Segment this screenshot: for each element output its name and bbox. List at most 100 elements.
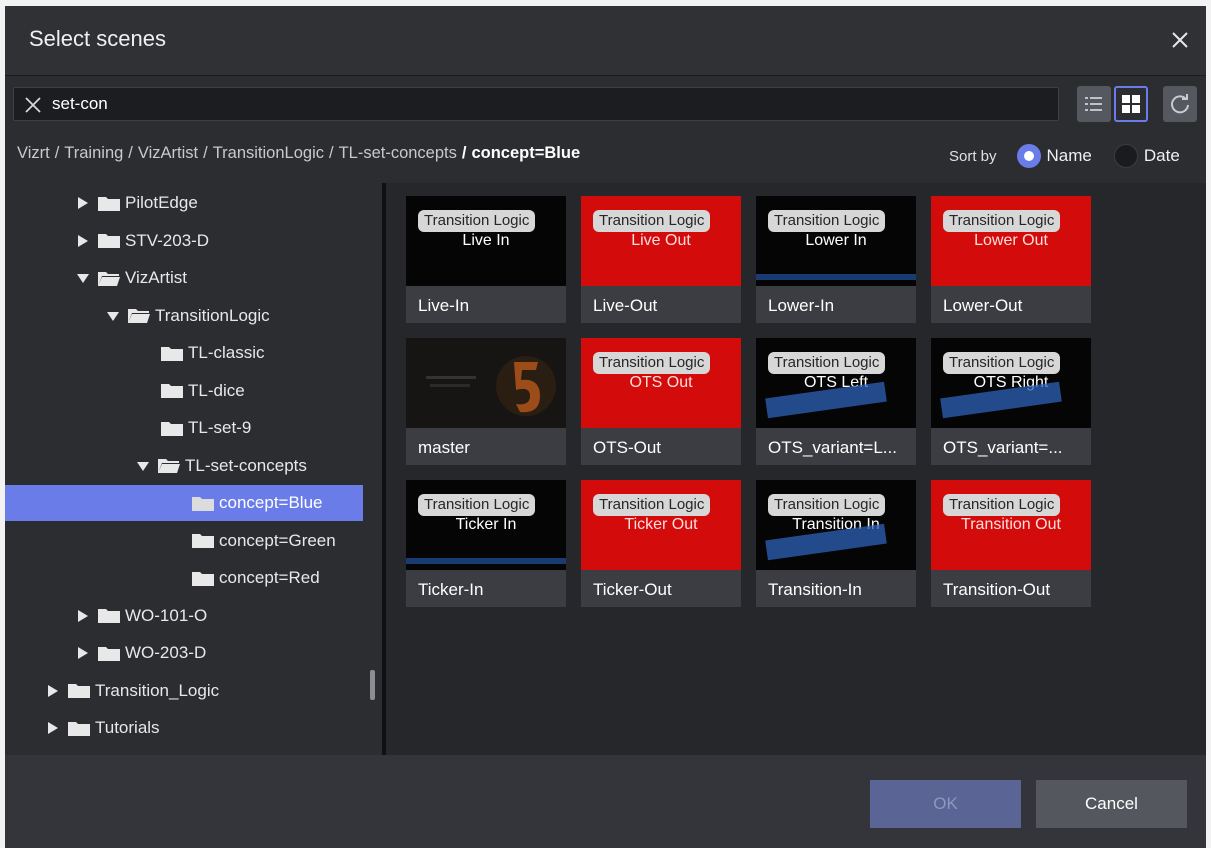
scene-card-label: Live-Out bbox=[593, 296, 658, 315]
tree-item[interactable]: WO-101-O bbox=[75, 598, 207, 634]
thumbnail-tag: Transition Logic bbox=[943, 352, 1061, 374]
master-preview-graphic bbox=[406, 338, 566, 428]
folder-icon bbox=[68, 684, 90, 698]
folder-open-icon bbox=[128, 309, 150, 323]
tree-item-label: Transition_Logic bbox=[95, 680, 220, 700]
scene-thumbnail: Transition Logic Ticker In bbox=[406, 480, 566, 570]
breadcrumb-item[interactable]: VizArtist bbox=[138, 144, 198, 162]
breadcrumb-item[interactable]: Training bbox=[64, 144, 123, 162]
sort-control: Sort by Name Date bbox=[949, 143, 1180, 169]
expand-down-arrow-icon[interactable] bbox=[135, 458, 151, 474]
tree-scrollbar-thumb[interactable] bbox=[370, 670, 375, 700]
tree-item[interactable]: TransitionLogic bbox=[105, 298, 270, 334]
search-input[interactable] bbox=[52, 88, 1032, 120]
thumbnail-tag: Transition Logic bbox=[418, 210, 536, 232]
scene-card-label: Ticker-In bbox=[418, 580, 484, 599]
scene-card-label: Transition-In bbox=[768, 580, 862, 599]
tree-item[interactable]: TL-dice bbox=[160, 373, 245, 409]
cancel-button[interactable]: Cancel bbox=[1036, 780, 1187, 828]
folder-icon bbox=[98, 646, 120, 661]
tree-item[interactable]: WO-203-D bbox=[75, 635, 206, 671]
breadcrumb-item[interactable]: Vizrt bbox=[17, 144, 50, 162]
tree-item[interactable]: Transition_Logic bbox=[45, 673, 219, 709]
scene-card[interactable]: Transition Logic Live In Live-In bbox=[406, 196, 566, 323]
expand-right-arrow-icon[interactable] bbox=[45, 683, 61, 699]
dialog-footer: OK Cancel bbox=[5, 755, 1206, 848]
scene-card[interactable]: Transition Logic Ticker Out Ticker-Out bbox=[581, 480, 741, 607]
thumbnail-ticker-bar bbox=[756, 274, 916, 280]
scene-thumbnail: Transition Logic OTS Right bbox=[931, 338, 1091, 428]
sort-label: Sort by bbox=[949, 147, 997, 165]
tree-item[interactable]: Tutorials bbox=[45, 710, 160, 746]
folder-tree: PilotEdge STV-203-D VizArtist TransitionLog… bbox=[5, 183, 383, 755]
scene-card[interactable]: Transition Logic Lower Out Lower-Out bbox=[931, 196, 1091, 323]
tree-item[interactable]: concept=Green bbox=[191, 523, 336, 559]
folder-icon bbox=[68, 721, 90, 736]
tree-item[interactable]: VizArtist bbox=[75, 260, 187, 296]
thumbnail-subtitle: Lower In bbox=[805, 232, 867, 249]
scene-thumbnail: Transition Logic Ticker Out bbox=[581, 480, 741, 570]
tree-item-label: WO-101-O bbox=[125, 605, 208, 625]
breadcrumb-item[interactable]: TL-set-concepts bbox=[339, 144, 457, 162]
scene-card[interactable]: Transition Logic OTS Left OTS_variant=L... bbox=[756, 338, 916, 465]
sort-name-label[interactable]: Name bbox=[1047, 146, 1092, 166]
tree-item[interactable]: concept=Red bbox=[191, 560, 320, 596]
expand-down-arrow-icon[interactable] bbox=[105, 308, 121, 324]
thumbnail-subtitle: Transition Out bbox=[961, 516, 1061, 533]
thumbnail-tag: Transition Logic bbox=[593, 210, 711, 232]
scene-card[interactable]: Transition Logic Transition In Transition-… bbox=[756, 480, 916, 607]
scene-card-label: OTS_variant=... bbox=[943, 438, 1063, 457]
scene-thumbnail: Transition Logic Transition In bbox=[756, 480, 916, 570]
breadcrumb-separator: / bbox=[461, 144, 467, 162]
scene-card[interactable]: Transition Logic OTS Right OTS_variant=... bbox=[931, 338, 1091, 465]
tree-item[interactable]: TL-classic bbox=[160, 335, 265, 371]
tree-item-label: PilotEdge bbox=[125, 193, 198, 212]
expand-right-arrow-icon[interactable] bbox=[75, 233, 91, 249]
breadcrumb-item[interactable]: TransitionLogic bbox=[213, 144, 324, 162]
expand-right-arrow-icon[interactable] bbox=[75, 608, 91, 624]
ok-button[interactable]: OK bbox=[870, 780, 1021, 828]
list-view-button[interactable] bbox=[1077, 86, 1111, 122]
scene-thumbnail: Transition Logic OTS Left bbox=[756, 338, 916, 428]
tree-item-label: VizArtist bbox=[125, 268, 188, 287]
sort-date-radio[interactable] bbox=[1113, 144, 1138, 168]
scene-card[interactable]: Transition Logic Transition Out Transition… bbox=[931, 480, 1091, 607]
list-view-icon bbox=[1085, 97, 1102, 111]
sort-date-label[interactable]: Date bbox=[1144, 146, 1180, 166]
scene-thumbnail: Transition Logic Transition Out bbox=[931, 480, 1091, 570]
expand-down-arrow-icon[interactable] bbox=[75, 270, 91, 286]
folder-icon bbox=[98, 609, 120, 623]
scene-thumbnail: Transition Logic Live In bbox=[406, 196, 566, 286]
tree-item-label: TL-set-9 bbox=[188, 418, 252, 437]
expand-right-arrow-icon[interactable] bbox=[45, 720, 61, 736]
sort-name-radio[interactable] bbox=[1016, 144, 1041, 168]
expand-right-arrow-icon[interactable] bbox=[75, 645, 91, 661]
thumbnail-tag: Transition Logic bbox=[768, 352, 886, 374]
folder-icon bbox=[161, 421, 183, 436]
scene-card[interactable]: Transition Logic Lower In Lower-In bbox=[756, 196, 916, 323]
thumbnail-tag: Transition Logic bbox=[593, 494, 711, 516]
scene-card[interactable]: Transition Logic OTS Out OTS-Out bbox=[581, 338, 741, 465]
scene-card-label: Lower-Out bbox=[943, 296, 1023, 315]
grid-view-button[interactable] bbox=[1114, 86, 1148, 122]
breadcrumb-separator: / bbox=[328, 144, 334, 162]
tree-item-label: WO-203-D bbox=[125, 643, 207, 662]
tree-item[interactable]: TL-set-concepts bbox=[135, 448, 307, 484]
tree-item[interactable]: concept=Blue bbox=[5, 485, 363, 521]
tree-item[interactable]: PilotEdge bbox=[75, 185, 198, 221]
scene-thumbnail: Transition Logic OTS Out bbox=[581, 338, 741, 428]
folder-icon bbox=[161, 346, 183, 361]
tree-item[interactable]: TL-set-9 bbox=[160, 410, 251, 446]
scene-card-label: Ticker-Out bbox=[593, 580, 672, 599]
tree-item-label: Tutorials bbox=[95, 718, 160, 737]
scene-card[interactable]: Transition Logic Live Out Live-Out bbox=[581, 196, 741, 323]
clear-search-icon[interactable] bbox=[24, 96, 42, 114]
scene-card[interactable]: master bbox=[406, 338, 566, 465]
tree-item[interactable]: STV-203-D bbox=[75, 223, 209, 259]
refresh-button[interactable] bbox=[1163, 86, 1197, 122]
expand-right-arrow-icon[interactable] bbox=[75, 195, 91, 211]
scene-card[interactable]: Transition Logic Ticker In Ticker-In bbox=[406, 480, 566, 607]
close-icon[interactable] bbox=[1168, 28, 1192, 52]
scene-thumbnail: Transition Logic Lower In bbox=[756, 196, 916, 286]
thumbnail-subtitle: OTS Out bbox=[629, 374, 693, 391]
